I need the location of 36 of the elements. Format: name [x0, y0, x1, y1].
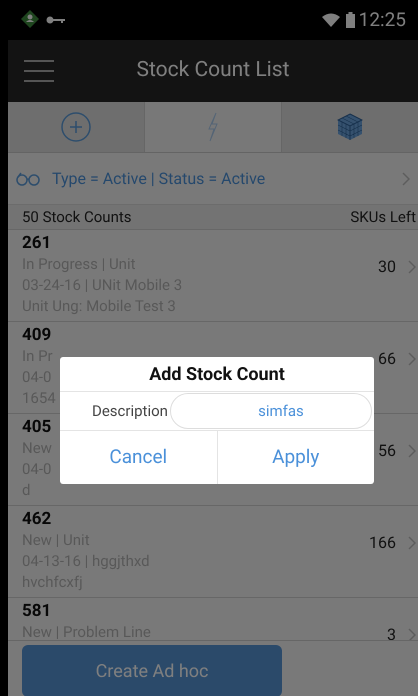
clock-time: 12:25	[358, 6, 406, 33]
chevron-right-icon	[408, 352, 416, 366]
filter-summary: Type = Active | Status = Active	[52, 168, 266, 190]
count-label: 50 Stock Counts	[22, 206, 132, 228]
chevron-right-icon	[408, 536, 416, 550]
dialog-button[interactable]: Apply	[216, 431, 374, 484]
skus-left: 66	[378, 348, 396, 370]
count-number: 581	[22, 600, 52, 622]
chevron-right-icon	[408, 628, 416, 642]
menu-icon[interactable]	[24, 60, 54, 82]
battery-icon	[346, 12, 355, 28]
create-ad-hoc-button[interactable]: Create Ad hoc	[22, 645, 282, 696]
skus-header: SKUs Left	[350, 206, 416, 228]
glasses-icon	[16, 172, 40, 186]
chevron-right-icon	[408, 444, 416, 458]
chevron-right-icon	[408, 260, 416, 274]
count-number: 409	[22, 324, 52, 346]
plus-circle-icon	[61, 112, 91, 142]
wifi-icon	[322, 13, 340, 27]
cube-icon	[337, 113, 363, 141]
count-number: 462	[22, 508, 52, 530]
dialog-button[interactable]: Cancel	[60, 431, 216, 484]
count-number: 261	[22, 232, 52, 254]
count-number: 405	[22, 416, 52, 438]
lightning-icon	[206, 112, 220, 142]
key-icon	[46, 15, 66, 25]
field-label: Description	[92, 400, 168, 422]
chevron-right-icon	[402, 172, 410, 186]
account-icon	[20, 9, 40, 31]
skus-left: 56	[378, 440, 396, 462]
skus-left: 30	[378, 256, 396, 278]
skus-left: 3	[387, 624, 396, 646]
description-field[interactable]: simfas	[170, 393, 372, 429]
dialog-title: Add Stock Count	[149, 362, 285, 386]
screen-title: Stock Count List	[136, 57, 290, 84]
skus-left: 166	[369, 532, 396, 554]
